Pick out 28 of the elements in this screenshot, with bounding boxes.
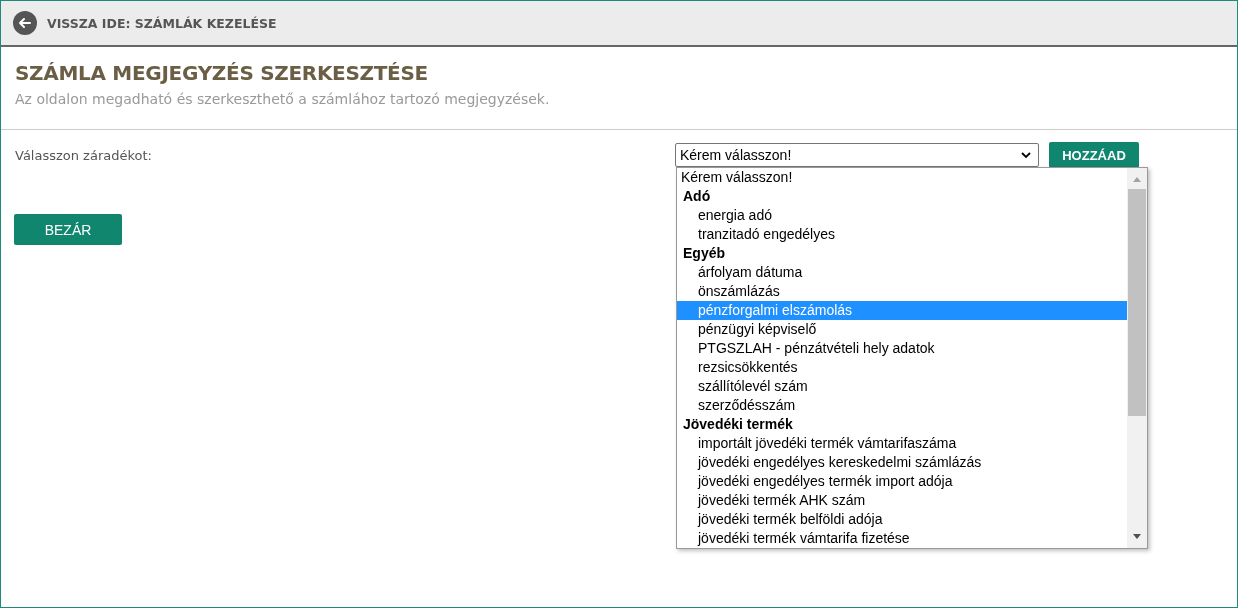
- dropdown-option[interactable]: jövedéki engedélyes kereskedelmi számlázás: [677, 453, 1127, 472]
- add-button[interactable]: HOZZÁAD: [1049, 142, 1139, 168]
- dropdown-option[interactable]: szerződésszám: [677, 396, 1127, 415]
- dropdown-option[interactable]: importált jövedéki termék vámtarifaszáma: [677, 434, 1127, 453]
- clause-select[interactable]: Kérem válasszon!: [675, 143, 1039, 167]
- back-link[interactable]: VISSZA IDE: SZÁMLÁK KEZELÉSE: [47, 15, 277, 31]
- dropdown-option[interactable]: jövedéki termék belföldi adója: [677, 510, 1127, 529]
- page-title: SZÁMLA MEGJEGYZÉS SZERKESZTÉSE: [15, 61, 429, 85]
- dropdown-option[interactable]: jövedéki termék vámtarifa fizetése: [677, 529, 1127, 548]
- close-button[interactable]: BEZÁR: [14, 214, 122, 245]
- dropdown-option[interactable]: Kérem válasszon!: [677, 168, 1127, 187]
- dropdown-option[interactable]: tranzitadó engedélyes: [677, 225, 1127, 244]
- dropdown-option[interactable]: jövedéki termék AHK szám: [677, 491, 1127, 510]
- scrollbar[interactable]: [1127, 168, 1147, 548]
- option-group-label: Jövedéki termék: [682, 415, 794, 434]
- field-label: Válasszon záradékot:: [15, 147, 153, 163]
- dropdown-option[interactable]: pénzügyi képviselő: [677, 320, 1127, 339]
- page-subtitle: Az oldalon megadható és szerkeszthető a számlához tartozó megjegyzések.: [15, 91, 551, 107]
- chevron-down-icon: [1020, 149, 1032, 161]
- dropdown-option[interactable]: PTGSZLAH - pénzátvételi hely adatok: [677, 339, 1127, 358]
- dropdown-option[interactable]: árfolyam dátuma: [677, 263, 1127, 282]
- dropdown-option[interactable]: energia adó: [677, 206, 1127, 225]
- option-group-label: Egyéb: [682, 244, 726, 263]
- dropdown-option[interactable]: szállítólevél szám: [677, 377, 1127, 396]
- dropdown-option[interactable]: jövedéki engedélyes termék import adója: [677, 472, 1127, 491]
- dropdown-option[interactable]: rezsicsökkentés: [677, 358, 1127, 377]
- option-group-label: Adó: [682, 187, 712, 206]
- dropdown-option[interactable]: önszámlázás: [677, 282, 1127, 301]
